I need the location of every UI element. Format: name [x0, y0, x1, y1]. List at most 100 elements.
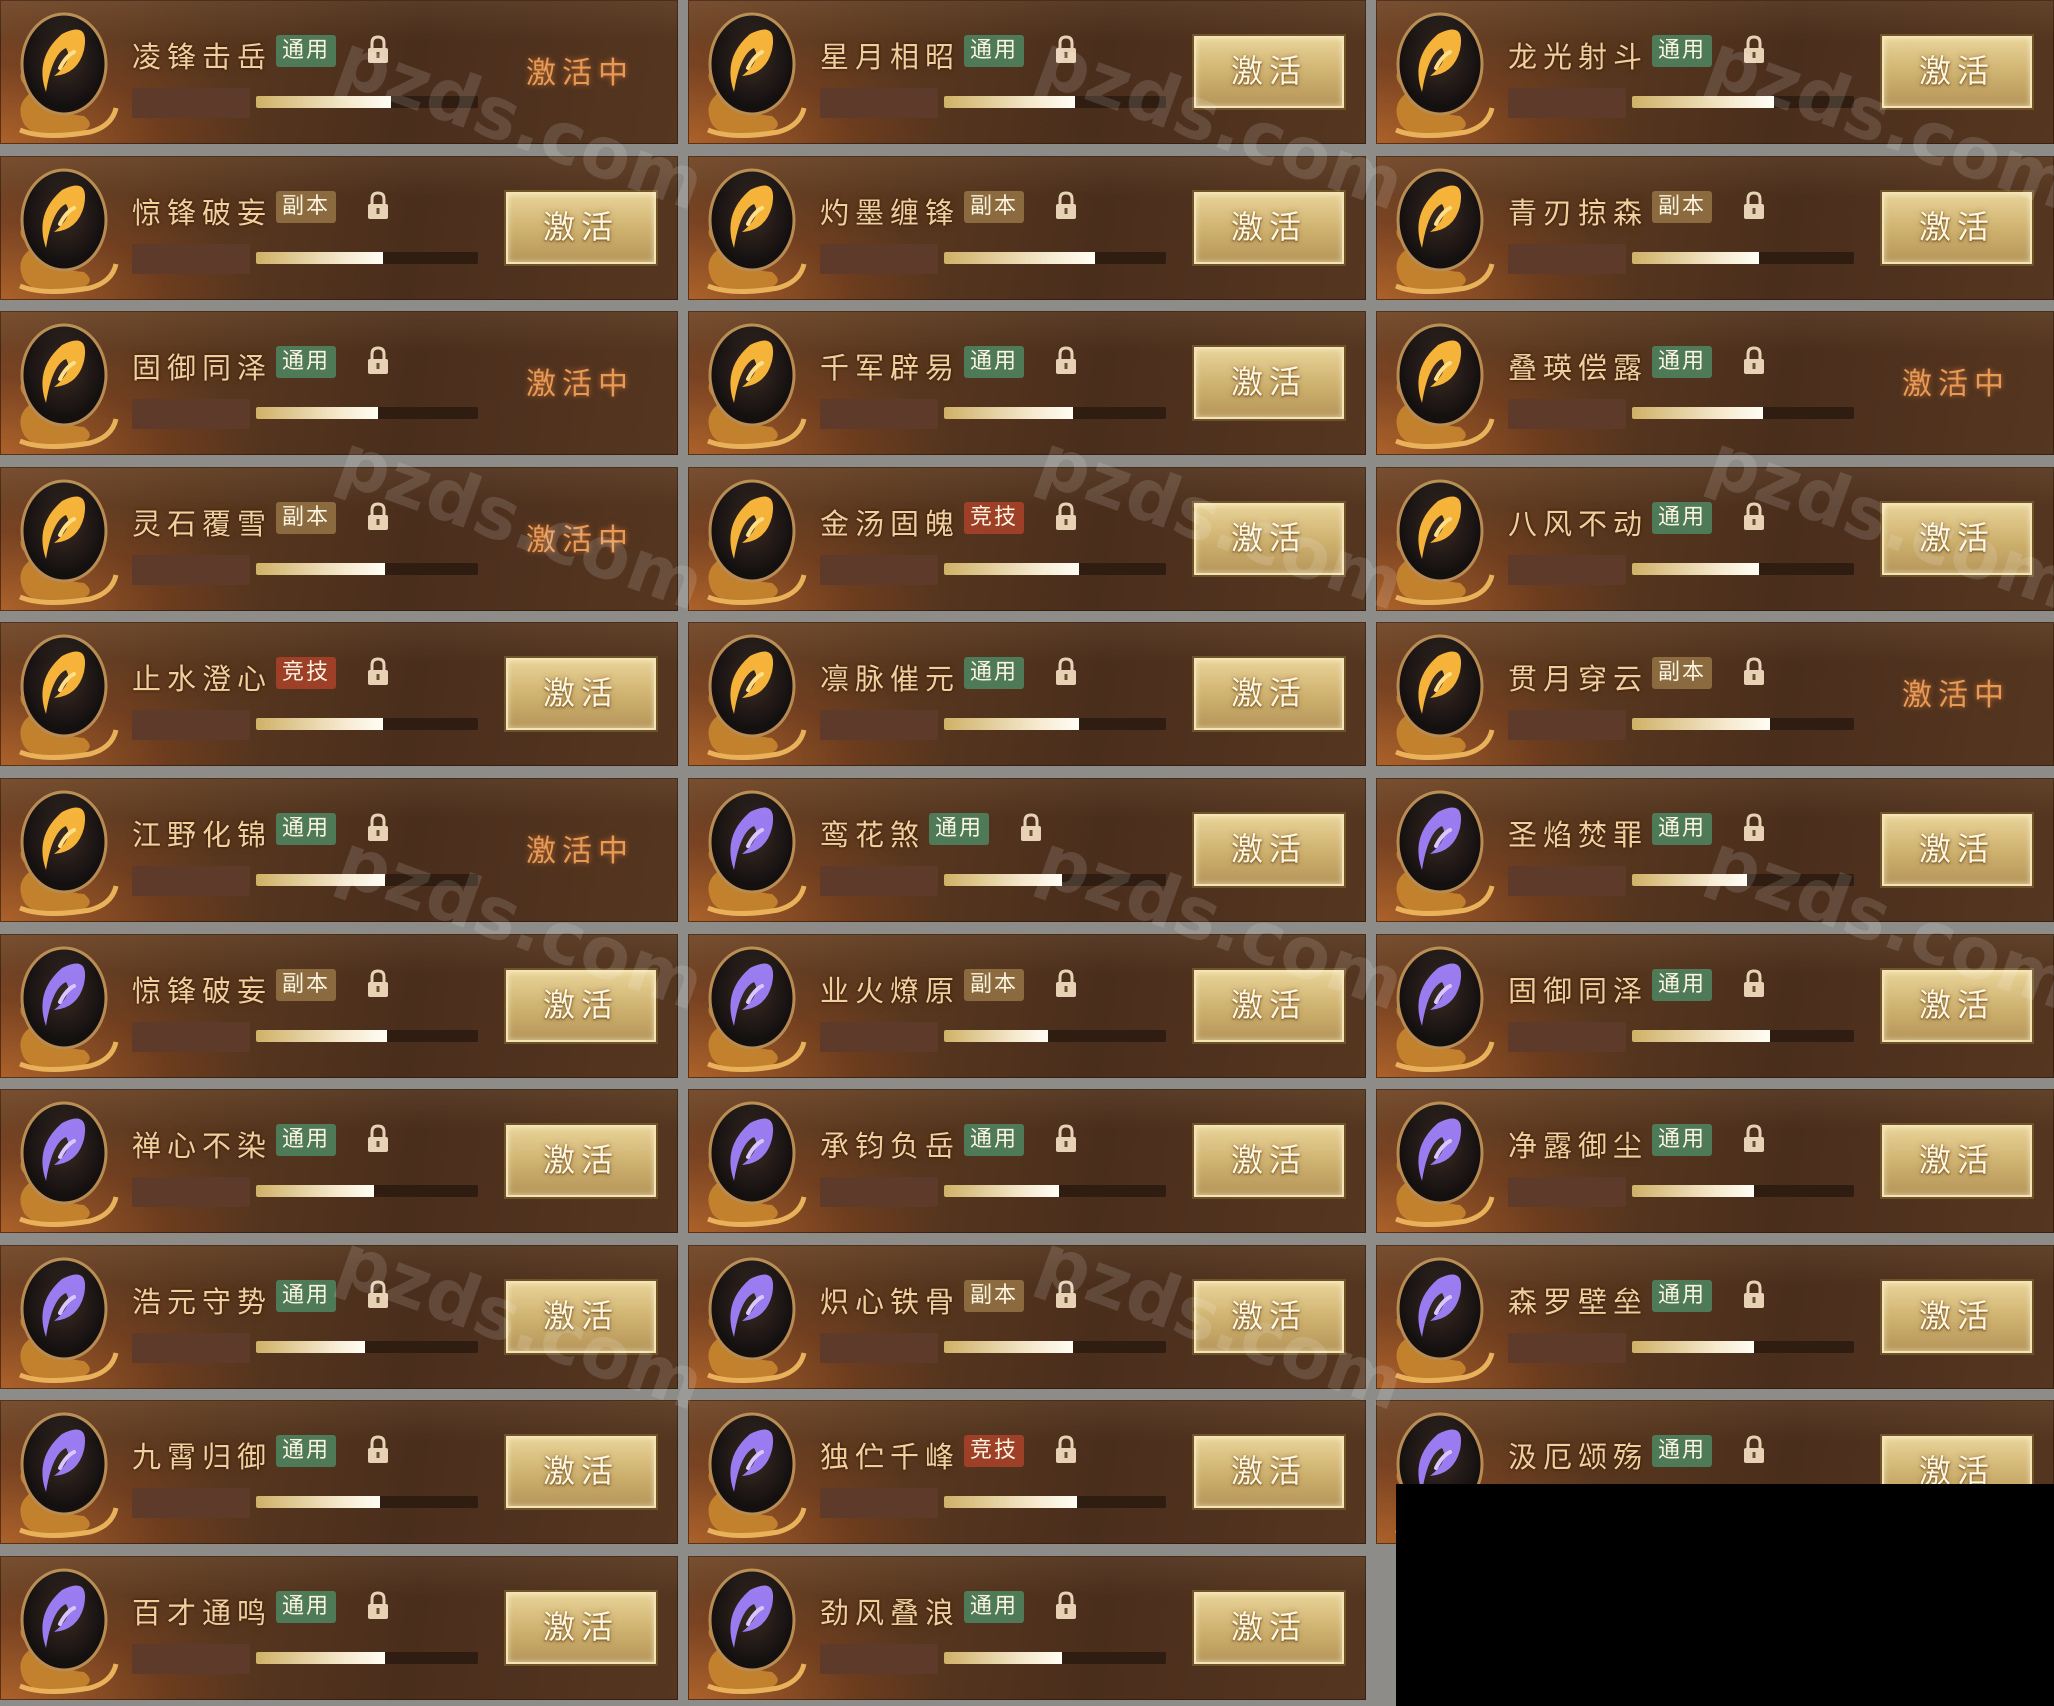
progress-bar	[1632, 1341, 1854, 1353]
redacted-block	[1508, 1022, 1626, 1052]
progress-bar	[1632, 407, 1854, 419]
activate-button[interactable]: 激活	[1882, 1281, 2032, 1353]
lock-icon[interactable]	[364, 190, 392, 222]
lock-icon[interactable]	[1052, 190, 1080, 222]
lock-icon[interactable]	[1740, 1279, 1768, 1311]
lock-icon[interactable]	[1740, 190, 1768, 222]
skill-tag-badge: 通用	[1652, 1124, 1713, 1156]
lock-icon[interactable]	[1740, 1434, 1768, 1466]
redacted-block	[1508, 399, 1626, 429]
progress-fill	[256, 96, 392, 108]
lock-icon[interactable]	[1052, 1123, 1080, 1155]
lock-icon[interactable]	[1017, 812, 1045, 844]
activate-button[interactable]: 激活	[506, 970, 656, 1042]
progress-bar	[256, 252, 478, 264]
lock-icon[interactable]	[1740, 501, 1768, 533]
lock-icon[interactable]	[1740, 968, 1768, 1000]
lock-icon[interactable]	[1740, 656, 1768, 688]
progress-bar	[1632, 252, 1854, 264]
skill-name: 江野化锦	[132, 818, 273, 852]
progress-bar	[944, 1496, 1166, 1508]
skill-tag-badge: 通用	[276, 1435, 337, 1467]
activate-button[interactable]: 激活	[1194, 1281, 1344, 1353]
skill-name: 净露御尘	[1508, 1129, 1649, 1163]
skill-card: 劲风叠浪 通用 激活	[688, 1556, 1366, 1700]
activate-button[interactable]: 激活	[1194, 658, 1344, 730]
lock-icon[interactable]	[364, 345, 392, 377]
lock-icon[interactable]	[1052, 34, 1080, 66]
lock-icon[interactable]	[1052, 345, 1080, 377]
activate-button[interactable]: 激活	[506, 1436, 656, 1508]
activate-button[interactable]: 激活	[1194, 1592, 1344, 1664]
activate-button[interactable]: 激活	[1882, 1125, 2032, 1197]
skill-name: 灼墨缠锋	[820, 196, 961, 230]
activate-button[interactable]: 激活	[506, 658, 656, 730]
redacted-block	[820, 1177, 938, 1207]
skill-name: 鸾花煞	[820, 818, 926, 852]
activate-button[interactable]: 激活	[1194, 347, 1344, 419]
active-status-label: 激活中	[1902, 678, 2010, 713]
progress-fill	[256, 1341, 365, 1353]
activate-button[interactable]: 激活	[1194, 1125, 1344, 1197]
skill-tag-badge: 副本	[1652, 657, 1713, 689]
rising-arrow-icon	[707, 634, 807, 761]
lock-icon[interactable]	[364, 501, 392, 533]
lock-icon[interactable]	[1740, 1123, 1768, 1155]
skill-tag-badge: 通用	[964, 346, 1025, 378]
activate-button[interactable]: 激活	[1882, 192, 2032, 264]
skill-card: 惊锋破妄 副本 激活	[0, 934, 678, 1078]
lock-icon[interactable]	[364, 1279, 392, 1311]
progress-bar	[944, 252, 1166, 264]
lock-icon[interactable]	[364, 656, 392, 688]
lock-icon[interactable]	[364, 1590, 392, 1622]
lock-icon[interactable]	[1052, 501, 1080, 533]
skill-tag-badge: 副本	[964, 969, 1025, 1001]
lock-icon[interactable]	[364, 812, 392, 844]
skill-tag-badge: 通用	[1652, 813, 1713, 845]
redacted-block	[1508, 866, 1626, 896]
skill-card: 星月相昭 通用 激活	[688, 0, 1366, 144]
activate-button[interactable]: 激活	[1194, 192, 1344, 264]
progress-fill	[1632, 718, 1770, 730]
lock-icon[interactable]	[1740, 812, 1768, 844]
lock-icon[interactable]	[364, 34, 392, 66]
lock-icon[interactable]	[1052, 1434, 1080, 1466]
redacted-block	[1508, 244, 1626, 274]
progress-fill	[1632, 563, 1759, 575]
activate-button[interactable]: 激活	[506, 1592, 656, 1664]
progress-bar	[944, 1652, 1166, 1664]
lock-icon[interactable]	[364, 1123, 392, 1155]
lock-icon[interactable]	[364, 1434, 392, 1466]
skill-name: 固御同泽	[1508, 974, 1649, 1008]
lock-icon[interactable]	[1052, 1590, 1080, 1622]
serpent-icon	[1395, 1101, 1495, 1228]
lock-icon[interactable]	[1052, 656, 1080, 688]
activate-button[interactable]: 激活	[506, 192, 656, 264]
lock-icon[interactable]	[364, 968, 392, 1000]
progress-fill	[1632, 1185, 1755, 1197]
activate-button[interactable]: 激活	[506, 1125, 656, 1197]
skill-name: 凌锋击岳	[132, 40, 273, 74]
redacted-block	[132, 1644, 250, 1674]
lock-icon[interactable]	[1052, 968, 1080, 1000]
lock-icon[interactable]	[1740, 345, 1768, 377]
redacted-block	[1508, 710, 1626, 740]
progress-fill	[256, 718, 383, 730]
activate-button[interactable]: 激活	[1882, 36, 2032, 108]
activate-button[interactable]: 激活	[506, 1281, 656, 1353]
ink-flame-icon	[707, 168, 807, 295]
activate-button[interactable]: 激活	[1882, 814, 2032, 886]
lock-icon[interactable]	[1052, 1279, 1080, 1311]
activate-button[interactable]: 激活	[1882, 503, 2032, 575]
activate-button[interactable]: 激活	[1194, 36, 1344, 108]
activate-button[interactable]: 激活	[1194, 1436, 1344, 1508]
progress-bar	[256, 1652, 478, 1664]
redacted-block	[820, 1333, 938, 1363]
activate-button[interactable]: 激活	[1882, 970, 2032, 1042]
activate-button[interactable]: 激活	[1194, 814, 1344, 886]
lock-icon[interactable]	[1740, 34, 1768, 66]
skill-tag-badge: 通用	[276, 1280, 337, 1312]
skill-tag-badge: 副本	[276, 191, 337, 223]
activate-button[interactable]: 激活	[1194, 970, 1344, 1042]
activate-button[interactable]: 激活	[1194, 503, 1344, 575]
